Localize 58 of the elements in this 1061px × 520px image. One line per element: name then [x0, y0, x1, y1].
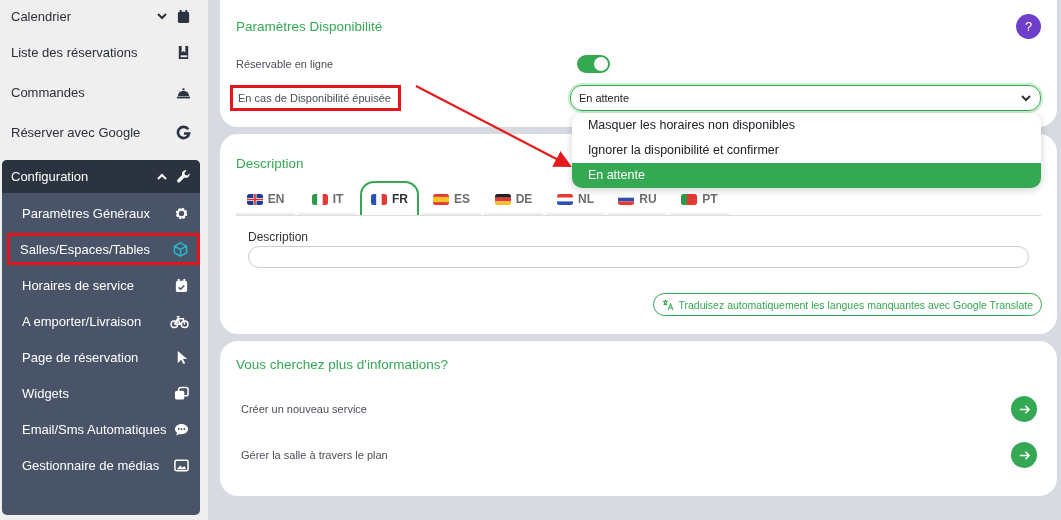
card-title: Description: [236, 156, 305, 171]
calendar-check-icon: [174, 277, 189, 293]
card-title: Vous cherchez plus d'informations?: [236, 357, 449, 372]
field-label: Réservable en ligne: [236, 58, 335, 70]
sidebar-item[interactable]: Page de réservation: [2, 341, 200, 373]
language-tab[interactable]: PT: [670, 185, 729, 215]
flag-icon: [246, 193, 263, 205]
sidebar-item[interactable]: Horaires de service: [2, 269, 200, 301]
flag-icon: [311, 193, 328, 205]
chevron-down-icon: [156, 10, 168, 22]
sidebar-item[interactable]: Calendrier: [0, 0, 208, 32]
language-tab[interactable]: RU: [608, 185, 667, 215]
language-tab[interactable]: ES: [422, 185, 481, 215]
select-field[interactable]: En attente: [569, 85, 1041, 111]
language-tab[interactable]: DE: [484, 185, 543, 215]
translate-icon: [661, 298, 674, 311]
link-label: Gérer la salle à travers le plan: [241, 449, 388, 461]
sidebar-item[interactable]: Widgets: [2, 377, 200, 409]
bicycle-icon: [170, 313, 189, 329]
description-field[interactable]: [248, 246, 1029, 268]
book-icon: [176, 44, 191, 60]
dropdown-option[interactable]: Masquer les horaires non disponibles: [571, 113, 1041, 138]
field-label: Description: [248, 230, 310, 244]
language-tab[interactable]: EN: [236, 185, 295, 215]
help-button[interactable]: ?: [1016, 14, 1041, 39]
flag-icon: [433, 193, 449, 205]
sidebar-item[interactable]: A emporter/Livraison: [2, 305, 200, 337]
chat-icon: [174, 421, 189, 437]
flag-icon: [557, 193, 573, 205]
link-label: Créer un nouveau service: [241, 403, 367, 415]
wrench-icon: [176, 169, 191, 184]
arrow-button[interactable]: [1011, 442, 1037, 468]
sidebar-item[interactable]: Paramètres Généraux: [2, 197, 200, 229]
gear-icon: [174, 205, 189, 221]
sidebar-group-header[interactable]: Configuration: [2, 160, 200, 193]
toggle-switch[interactable]: [577, 55, 610, 73]
language-tab[interactable]: FR: [360, 181, 419, 215]
sidebar-item[interactable]: Email/Sms Automatiques: [2, 413, 200, 445]
dropdown-option[interactable]: Ignorer la disponibilité et confirmer: [571, 138, 1041, 163]
g-icon: [176, 124, 191, 140]
language-tab[interactable]: IT: [298, 185, 357, 215]
sidebar-item[interactable]: Liste des réservations: [0, 32, 208, 72]
field-label: En cas de Disponibilité épuisée: [230, 85, 401, 111]
calendar-icon: [176, 8, 191, 24]
sidebar-item[interactable]: Réserver avec Google: [0, 112, 208, 152]
language-tab[interactable]: NL: [546, 185, 605, 215]
sidebar-item[interactable]: Gestionnaire de médias: [2, 449, 200, 481]
arrow-button[interactable]: [1011, 396, 1037, 422]
flag-icon: [371, 193, 387, 205]
sidebar-item[interactable]: Commandes: [0, 72, 208, 112]
card-title: Paramètres Disponibilité: [236, 19, 383, 34]
cube-icon: [173, 241, 188, 257]
chevron-down-icon: [1020, 92, 1032, 104]
image-icon: [174, 457, 189, 473]
windows-icon: [174, 385, 189, 401]
flag-icon: [681, 193, 698, 205]
flag-icon: [494, 193, 511, 205]
sidebar-item[interactable]: Salles/Espaces/Tables: [7, 233, 200, 265]
